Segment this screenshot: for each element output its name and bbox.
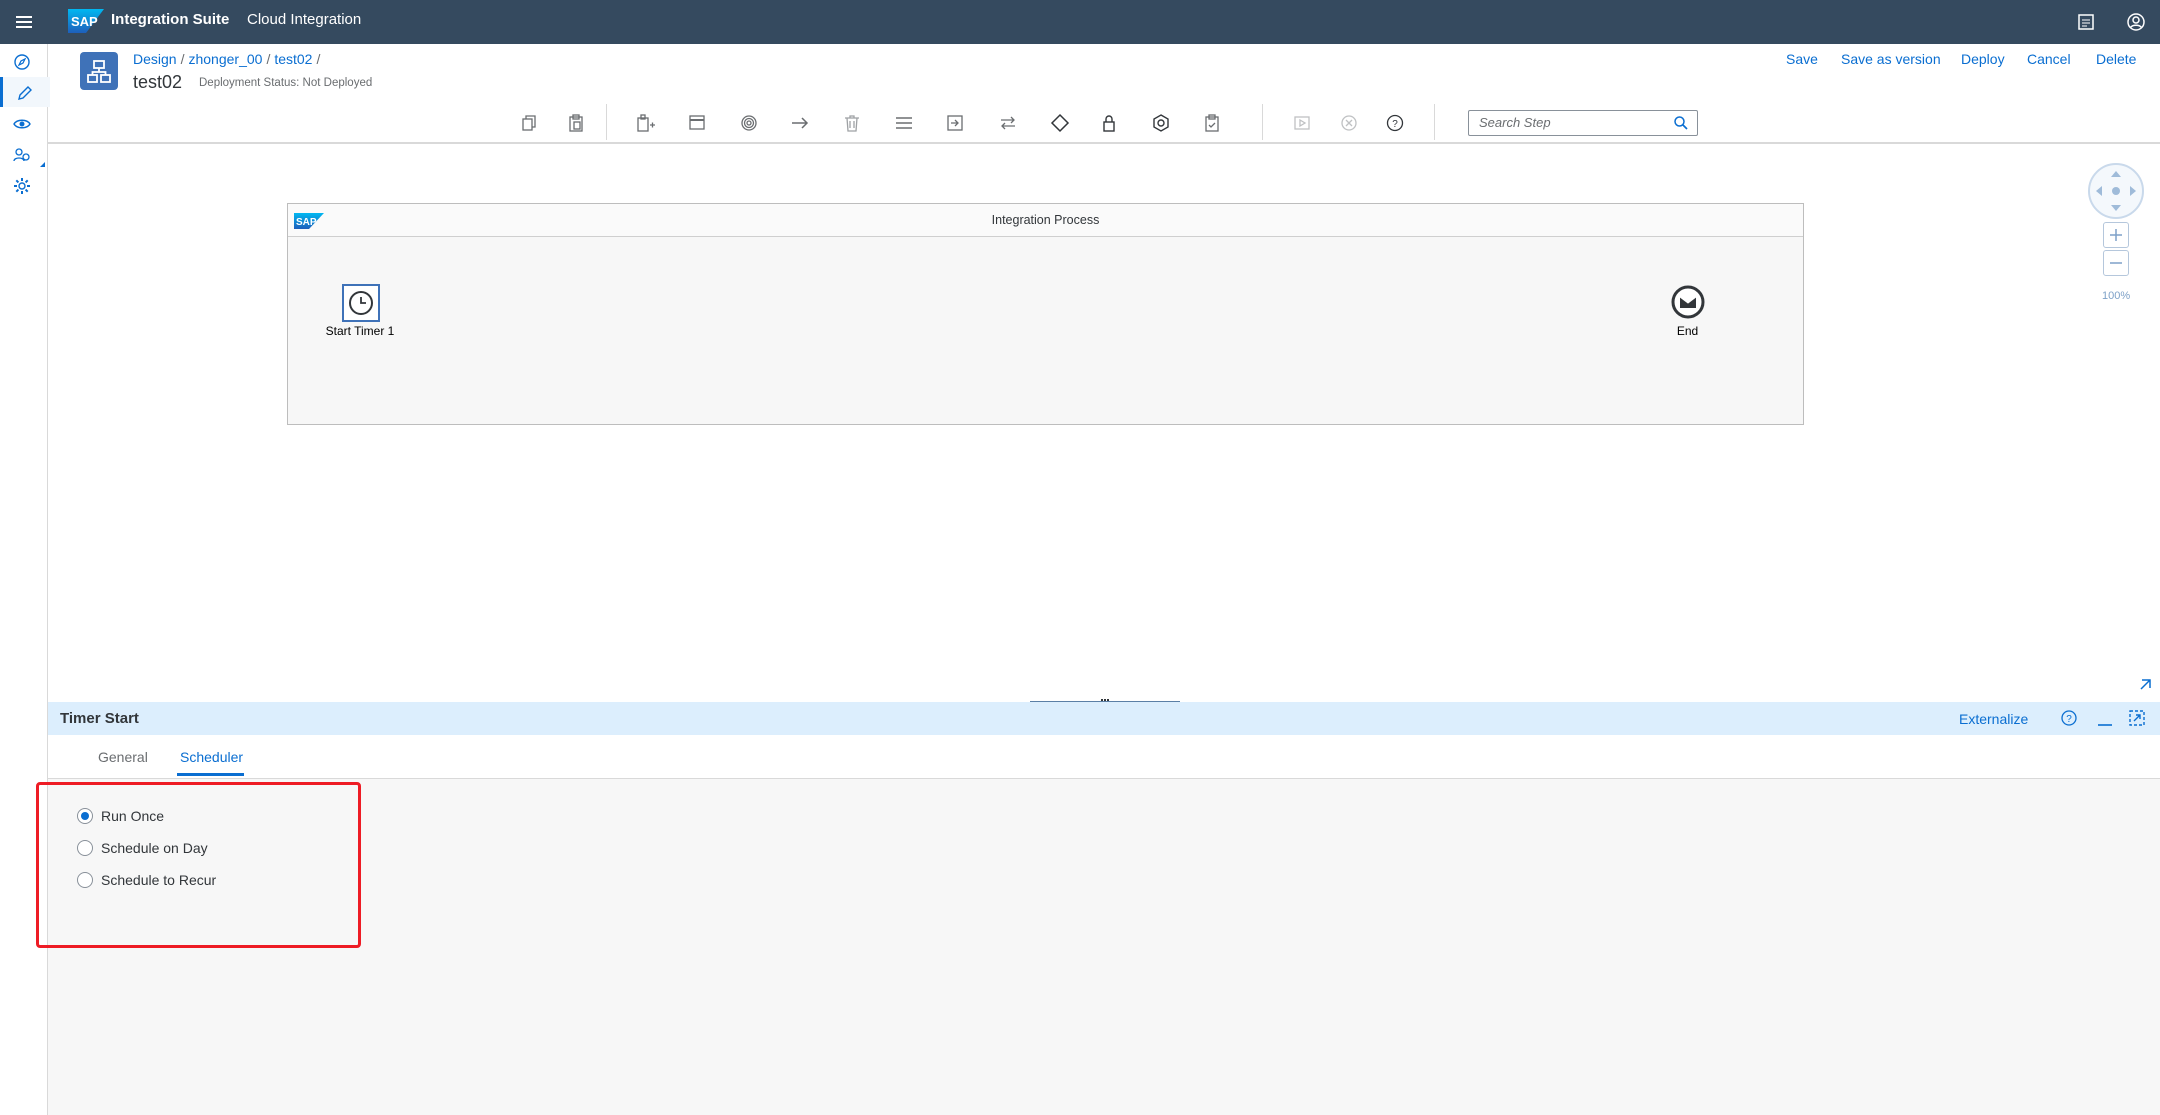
breadcrumb-separator: /	[266, 51, 271, 67]
search-step-field[interactable]: Search Step	[1468, 110, 1698, 136]
nav-design[interactable]	[0, 77, 50, 107]
pool-name: Integration Process	[991, 213, 1100, 227]
palette-toolbar: ?	[48, 100, 2160, 144]
user-profile-icon[interactable]	[2125, 11, 2147, 33]
help-icon[interactable]: ?	[2060, 709, 2078, 727]
connector-icon[interactable]	[789, 112, 811, 134]
product-subtitle: Cloud Integration	[247, 11, 362, 28]
search-icon[interactable]	[1673, 115, 1689, 131]
minimize-icon[interactable]	[2096, 710, 2114, 728]
expand-nav-icon[interactable]	[40, 162, 45, 167]
sap-logo-text: SAP	[71, 14, 98, 29]
tab-scheduler[interactable]: Scheduler	[180, 749, 243, 765]
cancel-simulation-icon[interactable]	[1338, 112, 1360, 134]
transform-icon[interactable]	[997, 112, 1019, 134]
zoom-level: 100%	[2102, 290, 2131, 302]
process-icon[interactable]	[686, 112, 708, 134]
delete-icon[interactable]	[841, 112, 863, 134]
notes-icon[interactable]	[2076, 12, 2096, 32]
properties-title: Timer Start	[60, 710, 139, 727]
nav-monitor[interactable]	[0, 108, 47, 138]
save-button[interactable]: Save	[1786, 51, 1818, 67]
events-icon[interactable]	[738, 112, 760, 134]
scheduler-panel	[48, 779, 2160, 1115]
page-title: test02	[133, 72, 183, 92]
delete-button[interactable]: Delete	[2096, 51, 2136, 67]
deploy-button[interactable]: Deploy	[1961, 51, 2005, 67]
design-icon	[18, 86, 32, 100]
product-name: Integration Suite	[111, 11, 230, 28]
tab-general[interactable]: General	[98, 749, 148, 765]
start-timer-label: Start Timer 1	[325, 324, 395, 338]
breadcrumb: Design / zhonger_00/test02/	[133, 51, 324, 67]
collapse-panel-icon[interactable]	[2138, 676, 2154, 692]
copy-icon[interactable]	[518, 112, 540, 134]
timer-icon	[349, 291, 373, 315]
sap-logo[interactable]: SAP	[68, 9, 104, 33]
selected-tab-indicator	[177, 773, 244, 776]
security-icon[interactable]	[1098, 112, 1120, 134]
externalize-button[interactable]: Externalize	[1959, 711, 2028, 727]
zoom-out-icon[interactable]	[2103, 250, 2129, 276]
validate-icon[interactable]	[1201, 112, 1223, 134]
breadcrumb-artifact[interactable]: test02	[274, 51, 312, 67]
pool-header: SAP Integration Process	[288, 204, 1803, 237]
breadcrumb-separator: /	[180, 51, 185, 67]
svg-text:?: ?	[2066, 714, 2072, 725]
nav-settings[interactable]	[0, 170, 47, 200]
simulate-icon[interactable]	[1291, 112, 1313, 134]
integration-process-pool[interactable]: SAP Integration Process	[287, 203, 1804, 425]
settings-users-icon	[13, 148, 30, 162]
participants-icon[interactable]	[634, 112, 656, 134]
hamburger-menu-icon[interactable]	[10, 8, 38, 36]
end-event[interactable]	[1671, 285, 1705, 319]
zoom-in-icon[interactable]	[2103, 222, 2129, 248]
cancel-button[interactable]: Cancel	[2027, 51, 2071, 67]
deployment-status: Deployment Status: Not Deployed	[199, 77, 373, 89]
svg-text:?: ?	[1392, 119, 1398, 130]
start-timer-event[interactable]	[342, 284, 380, 322]
nav-discover[interactable]	[0, 46, 47, 76]
end-event-label: End	[1676, 324, 1699, 338]
highlight-box	[36, 782, 361, 948]
integration-flow-icon	[80, 52, 118, 90]
discover-icon	[14, 54, 30, 70]
persistence-icon[interactable]	[1150, 112, 1172, 134]
save-as-version-button[interactable]: Save as version	[1841, 51, 1941, 67]
menu-icon[interactable]	[893, 112, 915, 134]
routing-icon[interactable]	[1049, 112, 1071, 134]
search-input[interactable]: Search Step	[1479, 115, 1551, 130]
breadcrumb-separator: /	[316, 51, 321, 67]
monitor-icon	[13, 119, 31, 129]
properties-header	[48, 702, 2160, 735]
pan-navigation-control[interactable]	[2088, 163, 2144, 219]
call-icon[interactable]	[944, 112, 966, 134]
end-message-icon	[1671, 285, 1705, 319]
paste-icon[interactable]	[565, 112, 587, 134]
settings-icon	[14, 178, 30, 194]
shell-bar: SAP Integration Suite Cloud Integration	[0, 0, 2160, 44]
help-icon[interactable]: ?	[1384, 112, 1406, 134]
left-navigation	[0, 44, 50, 1115]
breadcrumb-package[interactable]: zhonger_00	[188, 51, 262, 67]
properties-tabs: General Scheduler	[48, 735, 2160, 779]
breadcrumb-design[interactable]: Design	[133, 51, 177, 67]
maximize-icon[interactable]	[2128, 709, 2146, 727]
